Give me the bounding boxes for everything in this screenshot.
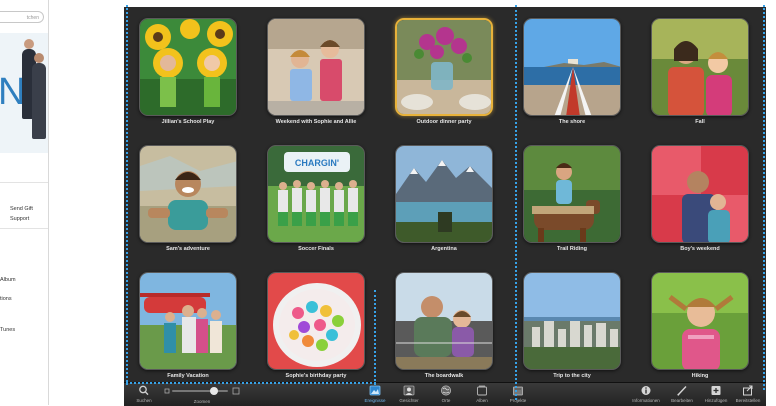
event-caption: Sophie's birthday party [285, 373, 347, 379]
hero-banner: N [0, 33, 48, 153]
send-gift-link[interactable]: Send Gift [10, 206, 33, 212]
event-tile[interactable]: Outdoor dinner party [380, 11, 508, 131]
share-button[interactable]: Bereitstellen [728, 385, 768, 403]
event-caption: Soccer Finals [298, 246, 334, 252]
event-caption: Jillian's School Play [161, 119, 215, 125]
svg-text:CHARGIN': CHARGIN' [295, 158, 339, 168]
search-label: Suchen [136, 398, 152, 403]
event-caption: Fall [695, 119, 705, 125]
event-caption: Sam's adventure [166, 246, 210, 252]
share-icon [743, 385, 753, 396]
places-icon [441, 385, 451, 396]
tab-projects-label: Projekte [509, 398, 527, 403]
tab-albums[interactable]: Alben [462, 385, 502, 403]
event-thumbnail[interactable] [267, 272, 365, 370]
divider [0, 182, 48, 183]
event-caption: Boy's weekend [680, 246, 720, 252]
event-caption: The boardwalk [424, 373, 464, 379]
event-caption: Family Vacation [167, 373, 209, 379]
info-button[interactable]: Informationen [626, 385, 666, 403]
event-thumbnail[interactable] [395, 18, 493, 116]
zoom-slider-knob[interactable] [210, 387, 218, 395]
event-tile[interactable]: CHARGIN' Soccer Finals [252, 138, 380, 258]
divider [0, 228, 48, 229]
tab-places-label: Orte [441, 398, 451, 403]
share-label: Bereitstellen [735, 398, 761, 403]
event-tile[interactable]: Fall [636, 11, 764, 131]
event-thumbnail[interactable] [651, 145, 749, 243]
bottom-toolbar: Suchen Zoomen Ereignisse Gesichter Orte … [124, 382, 766, 406]
zoom-small-icon [164, 388, 170, 394]
event-thumbnail[interactable] [523, 272, 621, 370]
event-caption: Weekend with Sophie and Allie [275, 119, 357, 125]
event-caption: Argentina [431, 246, 457, 252]
event-caption: Outdoor dinner party [416, 119, 472, 125]
event-tile[interactable]: Sam's adventure [124, 138, 252, 258]
add-icon [711, 386, 721, 395]
event-tile[interactable]: Trip to the city [508, 265, 636, 385]
event-thumbnail[interactable]: CHARGIN' [267, 145, 365, 243]
hero-person [32, 63, 46, 139]
events-grid: Jillian's School Play Weekend with Sophi… [124, 7, 766, 382]
guide-line [374, 290, 376, 385]
zoom-control[interactable]: Zoomen [164, 383, 244, 406]
edit-icon [677, 386, 687, 396]
projects-icon [513, 386, 523, 396]
event-tile[interactable]: The shore [508, 11, 636, 131]
event-caption: Trail Riding [557, 246, 587, 252]
sidebar-item[interactable]: tions [0, 296, 12, 302]
event-thumbnail[interactable] [651, 18, 749, 116]
guide-line [515, 5, 517, 400]
event-thumbnail[interactable] [139, 18, 237, 116]
event-thumbnail[interactable] [267, 18, 365, 116]
event-thumbnail[interactable] [523, 18, 621, 116]
zoom-slider-track[interactable] [172, 390, 228, 392]
zoom-large-icon [232, 387, 240, 395]
event-tile[interactable]: Sophie's birthday party [252, 265, 380, 385]
search-button[interactable]: Suchen [124, 385, 164, 403]
tab-faces-label: Gesichter [399, 398, 419, 403]
hero-person-head [34, 53, 44, 63]
event-tile[interactable]: Boy's weekend [636, 138, 764, 258]
sidebar-item-album[interactable]: Album [0, 277, 16, 283]
hero-person-head [24, 39, 34, 49]
albums-icon [477, 385, 487, 396]
event-tile[interactable]: Trail Riding [508, 138, 636, 258]
event-caption: Hiking [691, 373, 709, 379]
event-tile[interactable]: The boardwalk [380, 265, 508, 385]
zoom-label: Zoomen [193, 399, 211, 404]
sidebar-item-itunes[interactable]: Tunes [0, 327, 15, 333]
info-icon [641, 386, 651, 395]
event-thumbnail[interactable] [395, 272, 493, 370]
event-tile[interactable]: Family Vacation [124, 265, 252, 385]
tab-albums-label: Alben [476, 398, 488, 403]
photos-app-window: Jillian's School Play Weekend with Sophi… [124, 7, 766, 406]
search-icon [139, 385, 149, 396]
background-window: tchen N Send Gift Support Album tions Tu… [0, 0, 49, 405]
info-label: Informationen [632, 398, 660, 403]
event-thumbnail[interactable] [395, 145, 493, 243]
event-tile[interactable]: Argentina [380, 138, 508, 258]
tab-projects[interactable]: Projekte [498, 385, 538, 403]
event-thumbnail[interactable] [139, 145, 237, 243]
event-caption: Trip to the city [553, 373, 591, 379]
events-icon [369, 385, 381, 396]
tab-places[interactable]: Orte [426, 385, 466, 403]
event-tile[interactable]: Jillian's School Play [124, 11, 252, 131]
guide-line [126, 5, 128, 385]
search-field[interactable]: tchen [0, 11, 44, 23]
tab-faces[interactable]: Gesichter [389, 385, 429, 403]
event-thumbnail[interactable] [523, 145, 621, 243]
faces-icon [403, 385, 415, 396]
event-thumbnail[interactable] [651, 272, 749, 370]
guide-line [763, 5, 765, 390]
event-caption: The shore [558, 119, 586, 125]
guide-line [126, 382, 376, 384]
event-thumbnail[interactable] [139, 272, 237, 370]
event-tile[interactable]: Weekend with Sophie and Allie [252, 11, 380, 131]
event-tile[interactable]: Hiking [636, 265, 764, 385]
support-link[interactable]: Support [10, 216, 29, 222]
